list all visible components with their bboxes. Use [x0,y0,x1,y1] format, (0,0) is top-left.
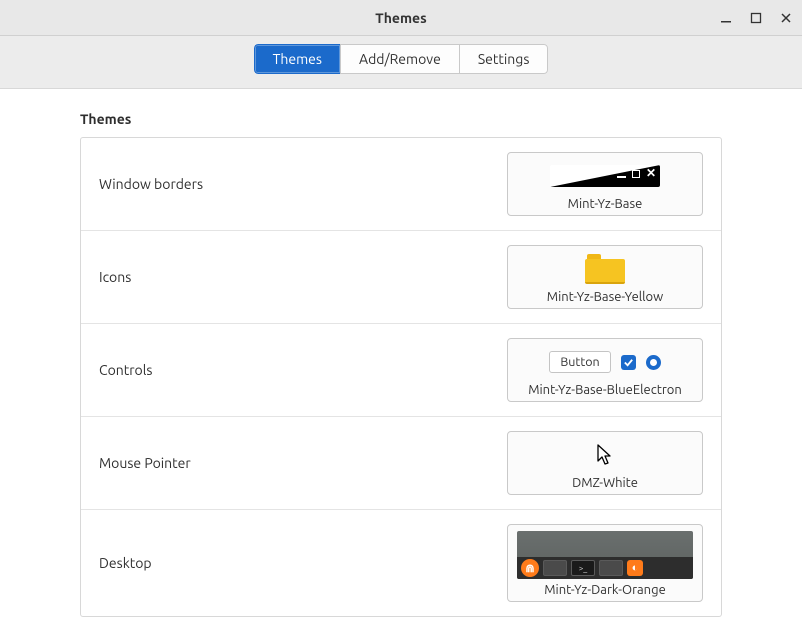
taskbar-item-icon [599,560,623,576]
preview-mouse-pointer [517,438,693,472]
row-controls: Controls Button Mint-Yz-Base-BlueElectro… [81,324,721,417]
minimize-icon[interactable] [718,10,734,26]
label-controls: Controls [99,362,152,378]
titlebar: Themes [0,0,802,36]
preview-desktop: ⋒ >_ ◐ [517,531,693,579]
label-icons: Icons [99,269,131,285]
firefox-icon: ◐ [627,560,643,576]
tab-add-remove[interactable]: Add/Remove [340,44,460,74]
maximize-icon[interactable] [748,10,764,26]
section-heading: Themes [80,111,722,127]
folder-icon [585,254,625,284]
wb-maximize-icon [632,170,640,178]
content: Themes Window borders ✕ Mint-Yz-Base [0,89,802,617]
preview-window-borders: ✕ [517,159,693,193]
window-controls [718,0,794,36]
value-controls: Mint-Yz-Base-BlueElectron [528,383,682,397]
row-desktop: Desktop ⋒ >_ ◐ Mint-Yz-Dark-Orange [81,510,721,616]
row-icons: Icons Mint-Yz-Base-Yellow [81,231,721,324]
window-title: Themes [0,10,802,26]
close-icon[interactable] [778,10,794,26]
radio-icon [646,355,661,370]
select-mouse-pointer[interactable]: DMZ-White [507,431,703,495]
label-window-borders: Window borders [99,176,203,192]
cursor-icon [595,443,615,467]
row-mouse-pointer: Mouse Pointer DMZ-White [81,417,721,510]
toolbar: Themes Add/Remove Settings [0,36,802,89]
label-mouse-pointer: Mouse Pointer [99,455,191,471]
tab-themes[interactable]: Themes [254,44,341,74]
taskbar-item-icon: >_ [571,560,595,576]
select-controls[interactable]: Button Mint-Yz-Base-BlueElectron [507,338,703,402]
preview-icons [517,252,693,286]
label-desktop: Desktop [99,555,152,571]
select-icons[interactable]: Mint-Yz-Base-Yellow [507,245,703,309]
value-desktop: Mint-Yz-Dark-Orange [544,583,666,597]
value-icons: Mint-Yz-Base-Yellow [547,290,663,304]
value-window-borders: Mint-Yz-Base [568,197,643,211]
select-desktop[interactable]: ⋒ >_ ◐ Mint-Yz-Dark-Orange [507,524,703,602]
value-mouse-pointer: DMZ-White [572,476,638,490]
tab-settings[interactable]: Settings [459,44,549,74]
taskbar-item-icon [543,560,567,576]
checkbox-icon [621,355,636,370]
wb-close-icon: ✕ [646,168,656,180]
row-window-borders: Window borders ✕ Mint-Yz-Base [81,138,721,231]
sample-button: Button [549,351,610,373]
select-window-borders[interactable]: ✕ Mint-Yz-Base [507,152,703,216]
themes-panel: Window borders ✕ Mint-Yz-Base Icons [80,137,722,617]
mint-logo-icon: ⋒ [521,559,539,577]
tab-switcher: Themes Add/Remove Settings [254,44,549,74]
wb-minimize-icon [617,176,626,178]
preview-controls: Button [517,345,693,379]
